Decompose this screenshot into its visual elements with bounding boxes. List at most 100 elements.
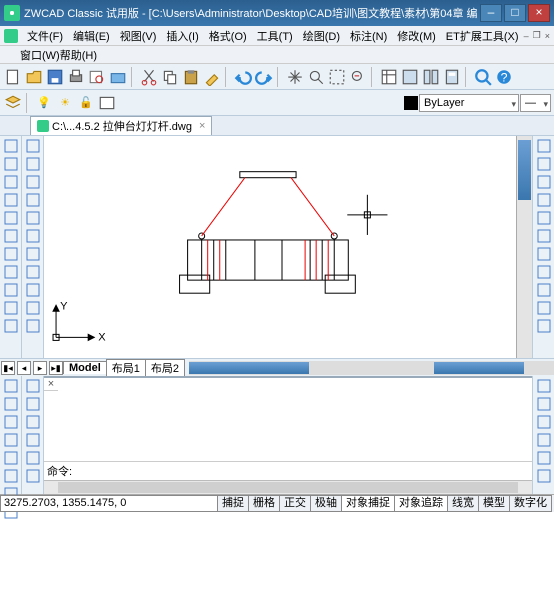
tab-nav-next[interactable]: ▸ bbox=[33, 361, 47, 375]
menu-dimension[interactable]: 标注(N) bbox=[345, 27, 392, 45]
tab-nav-first[interactable]: ▮◂ bbox=[1, 361, 15, 375]
publish-button[interactable] bbox=[108, 67, 128, 87]
rotate-button[interactable] bbox=[536, 246, 552, 262]
dim-ordinate-button[interactable] bbox=[25, 228, 41, 244]
status-线宽[interactable]: 线宽 bbox=[447, 495, 479, 512]
dim-aligned-button[interactable] bbox=[25, 156, 41, 172]
leader-button[interactable] bbox=[25, 282, 41, 298]
menu-et[interactable]: ET扩展工具(X) bbox=[441, 27, 524, 45]
dim-baseline-button[interactable] bbox=[25, 246, 41, 262]
copy-button[interactable] bbox=[160, 67, 180, 87]
menu-tools[interactable]: 工具(T) bbox=[252, 27, 298, 45]
layer-tools-button[interactable] bbox=[97, 93, 117, 113]
explode-button[interactable] bbox=[536, 468, 552, 484]
chamfer-button[interactable] bbox=[536, 432, 552, 448]
print-button[interactable] bbox=[66, 67, 86, 87]
tab-close-button[interactable]: × bbox=[199, 120, 205, 132]
join-button[interactable] bbox=[536, 414, 552, 430]
dim-continue-button[interactable] bbox=[25, 264, 41, 280]
spline-button[interactable] bbox=[3, 282, 19, 298]
open-button[interactable] bbox=[24, 67, 44, 87]
status-对象捕捉[interactable]: 对象捕捉 bbox=[341, 495, 395, 512]
scale-button[interactable] bbox=[536, 264, 552, 280]
hatch-button[interactable] bbox=[3, 432, 19, 448]
color-swatch[interactable] bbox=[404, 96, 418, 110]
dim-tedit-button[interactable] bbox=[25, 396, 41, 412]
region-button[interactable] bbox=[3, 468, 19, 484]
status-模型[interactable]: 模型 bbox=[478, 495, 510, 512]
paste-button[interactable] bbox=[181, 67, 201, 87]
layer-property-dropdown[interactable]: ByLayer bbox=[419, 94, 519, 112]
circle-button[interactable] bbox=[3, 246, 19, 262]
menu-help[interactable]: 帮助(H) bbox=[60, 47, 97, 63]
tolerance-button[interactable] bbox=[25, 300, 41, 316]
insert-block-button[interactable] bbox=[3, 378, 19, 394]
minimize-button[interactable]: – bbox=[480, 4, 502, 22]
sun-icon[interactable]: ☀ bbox=[55, 93, 75, 113]
match-properties-button[interactable] bbox=[202, 67, 222, 87]
command-line[interactable]: 命令: bbox=[44, 461, 532, 480]
mdi-restore-button[interactable]: ❐ bbox=[533, 30, 541, 41]
stretch-button[interactable] bbox=[536, 282, 552, 298]
properties-button[interactable] bbox=[379, 67, 399, 87]
command-history[interactable] bbox=[44, 391, 532, 461]
command-hscroll[interactable] bbox=[44, 480, 532, 494]
menu-file[interactable]: 文件(F) bbox=[22, 27, 68, 45]
copy-button[interactable] bbox=[536, 156, 552, 172]
command-close-button[interactable]: × bbox=[44, 378, 58, 391]
lock-icon[interactable]: 🔓 bbox=[76, 93, 96, 113]
maximize-button[interactable]: □ bbox=[504, 4, 526, 22]
cut-button[interactable] bbox=[139, 67, 159, 87]
fillet-button[interactable] bbox=[536, 450, 552, 466]
help-button[interactable]: ? bbox=[494, 67, 514, 87]
calculator-button[interactable] bbox=[442, 67, 462, 87]
ellipse-button[interactable] bbox=[3, 300, 19, 316]
dim-break-button[interactable] bbox=[25, 468, 41, 484]
menu-format[interactable]: 格式(O) bbox=[204, 27, 252, 45]
layer-manager-button[interactable] bbox=[3, 93, 23, 113]
close-button[interactable]: × bbox=[528, 4, 550, 22]
make-block-button[interactable] bbox=[3, 396, 19, 412]
status-极轴[interactable]: 极轴 bbox=[310, 495, 342, 512]
array-button[interactable] bbox=[536, 210, 552, 226]
status-栅格[interactable]: 栅格 bbox=[248, 495, 280, 512]
gradient-button[interactable] bbox=[3, 450, 19, 466]
extend-button[interactable] bbox=[536, 318, 552, 334]
menu-draw[interactable]: 绘图(D) bbox=[298, 27, 345, 45]
break-at-point-button[interactable] bbox=[536, 378, 552, 394]
mirror-button[interactable] bbox=[536, 174, 552, 190]
move-button[interactable] bbox=[536, 228, 552, 244]
zoom-window-button[interactable] bbox=[327, 67, 347, 87]
document-tab[interactable]: C:\...4.5.2 拉伸台灯灯杆.dwg × bbox=[30, 116, 212, 135]
horizontal-scrollbar[interactable] bbox=[189, 361, 554, 375]
menu-insert[interactable]: 插入(I) bbox=[161, 27, 203, 45]
point-button[interactable] bbox=[3, 414, 19, 430]
dim-linear-button[interactable] bbox=[25, 138, 41, 154]
dim-edit-button[interactable] bbox=[25, 378, 41, 394]
status-捕捉[interactable]: 捕捉 bbox=[217, 495, 249, 512]
construction-line-button[interactable] bbox=[3, 156, 19, 172]
status-对象追踪[interactable]: 对象追踪 bbox=[394, 495, 448, 512]
tab-nav-prev[interactable]: ◂ bbox=[17, 361, 31, 375]
polygon-button[interactable] bbox=[3, 192, 19, 208]
menu-modify[interactable]: 修改(M) bbox=[392, 27, 441, 45]
revision-cloud-button[interactable] bbox=[3, 264, 19, 280]
dim-angular-button[interactable] bbox=[25, 210, 41, 226]
status-正交[interactable]: 正交 bbox=[279, 495, 311, 512]
erase-button[interactable] bbox=[536, 138, 552, 154]
tab-model[interactable]: Model bbox=[63, 361, 107, 374]
zoom-realtime-button[interactable] bbox=[306, 67, 326, 87]
redo-button[interactable] bbox=[254, 67, 274, 87]
new-button[interactable] bbox=[3, 67, 23, 87]
status-数字化[interactable]: 数字化 bbox=[509, 495, 552, 512]
design-center-button[interactable] bbox=[400, 67, 420, 87]
ellipse-arc-button[interactable] bbox=[3, 318, 19, 334]
rectangle-button[interactable] bbox=[3, 210, 19, 226]
menu-window[interactable]: 窗口(W) bbox=[20, 47, 60, 63]
mdi-minimize-button[interactable]: – bbox=[524, 31, 529, 41]
menu-edit[interactable]: 编辑(E) bbox=[68, 27, 115, 45]
pan-button[interactable] bbox=[285, 67, 305, 87]
center-mark-button[interactable] bbox=[25, 318, 41, 334]
arc-button[interactable] bbox=[3, 228, 19, 244]
linetype-dropdown[interactable]: — bbox=[520, 94, 551, 112]
